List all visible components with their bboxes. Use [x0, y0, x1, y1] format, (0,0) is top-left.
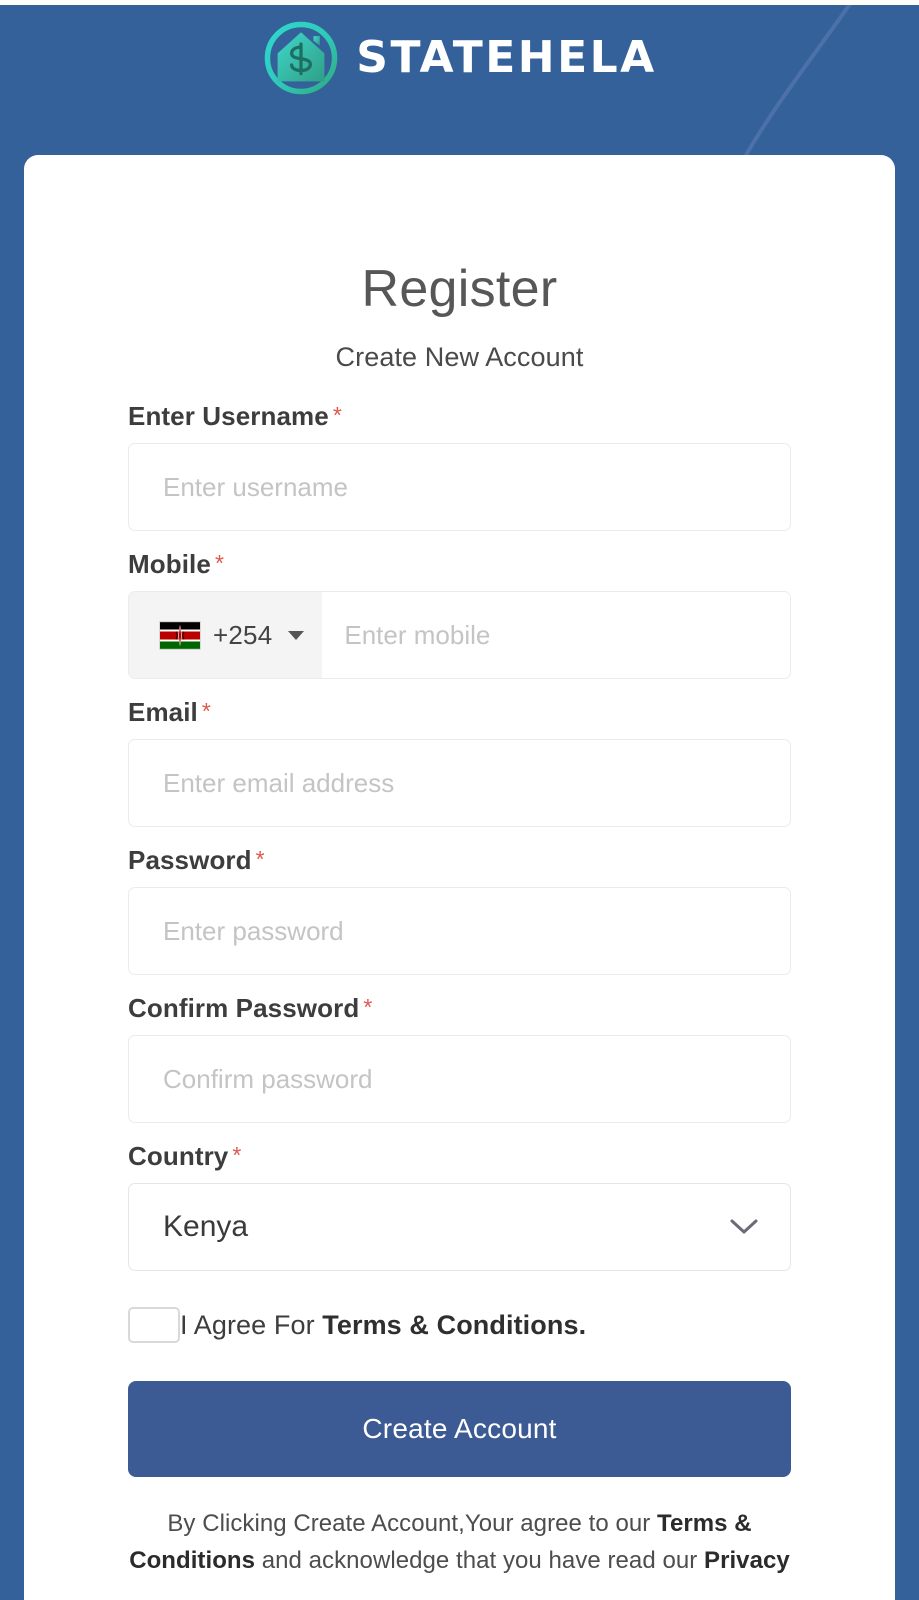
legal-line2-middle: and: [255, 1547, 309, 1575]
agree-text-prefix: I Agree For: [180, 1309, 323, 1340]
label-username-text: Enter Username: [128, 401, 329, 432]
label-password-text: Password: [128, 845, 252, 876]
label-mobile-text: Mobile: [128, 549, 211, 580]
agree-checkbox[interactable]: [128, 1307, 180, 1344]
field-country: Country * Kenya: [128, 1141, 791, 1272]
field-username: Enter Username *: [128, 401, 791, 532]
terms-conditions-link[interactable]: Terms & Conditions.: [322, 1310, 586, 1340]
confirm-password-input[interactable]: [128, 1035, 791, 1124]
legal-line2-text: acknowledge that you have read our: [308, 1547, 705, 1575]
label-password: Password *: [128, 845, 791, 876]
mobile-input[interactable]: [322, 592, 790, 679]
page-title: Register: [361, 260, 558, 318]
label-email: Email *: [128, 697, 791, 728]
app-header: STATEHELA: [0, 5, 919, 155]
label-country: Country *: [128, 1141, 791, 1172]
register-form: Enter Username* Mobile*: [128, 401, 791, 1579]
required-asterisk: *: [363, 994, 373, 1021]
caret-down-icon: [288, 630, 305, 640]
country-selected-value: Kenya: [163, 1210, 249, 1244]
label-confirm-password-text: Confirm Password: [128, 993, 360, 1024]
required-asterisk: *: [214, 550, 224, 577]
page-subtitle: Create New Account: [335, 342, 584, 373]
dial-code-label: +254: [213, 619, 273, 650]
legal-terms-link[interactable]: Terms &: [657, 1510, 752, 1537]
label-confirm-password: Confirm Password *: [128, 993, 791, 1024]
create-account-button[interactable]: Create Account: [128, 1381, 791, 1478]
legal-disclaimer: By Clicking Create Account,Your agree to…: [128, 1505, 791, 1579]
mobile-input-group: +254: [128, 591, 791, 680]
terms-agreement-row: I Agree For Terms & Conditions.: [128, 1307, 791, 1344]
legal-conditions-link[interactable]: Conditions: [129, 1547, 255, 1574]
required-asterisk: *: [232, 1142, 242, 1169]
legal-privacy-link[interactable]: Privacy: [704, 1547, 790, 1574]
username-input[interactable]: [128, 443, 791, 532]
country-select[interactable]: Kenya: [128, 1183, 791, 1272]
brand-logo-group[interactable]: STATEHELA: [262, 19, 656, 97]
field-mobile: Mobile * +254: [128, 549, 791, 680]
field-confirm-password: Confirm Password *: [128, 993, 791, 1124]
label-username: Enter Username *: [128, 401, 791, 432]
password-input[interactable]: [128, 887, 791, 976]
house-dollar-logo-icon: [264, 21, 338, 95]
country-select-wrapper: Kenya: [128, 1183, 791, 1272]
brand-name: STATEHELA: [356, 32, 657, 83]
required-asterisk: *: [201, 698, 211, 725]
agree-label: I Agree For Terms & Conditions.: [180, 1309, 586, 1341]
required-asterisk: *: [255, 846, 265, 873]
label-email-text: Email: [128, 697, 198, 728]
register-card: Register Create New Account Enter Userna…: [24, 155, 895, 1600]
required-asterisk: *: [332, 402, 342, 429]
kenya-flag-icon: [159, 620, 201, 650]
field-email: Email *: [128, 697, 791, 828]
country-code-selector[interactable]: +254: [129, 592, 323, 679]
email-input[interactable]: [128, 739, 791, 828]
legal-line1-prefix: By Clicking Create Account,Your agree to…: [167, 1510, 658, 1538]
field-password: Password *: [128, 845, 791, 976]
label-mobile: Mobile *: [128, 549, 791, 580]
label-country-text: Country: [128, 1141, 229, 1172]
